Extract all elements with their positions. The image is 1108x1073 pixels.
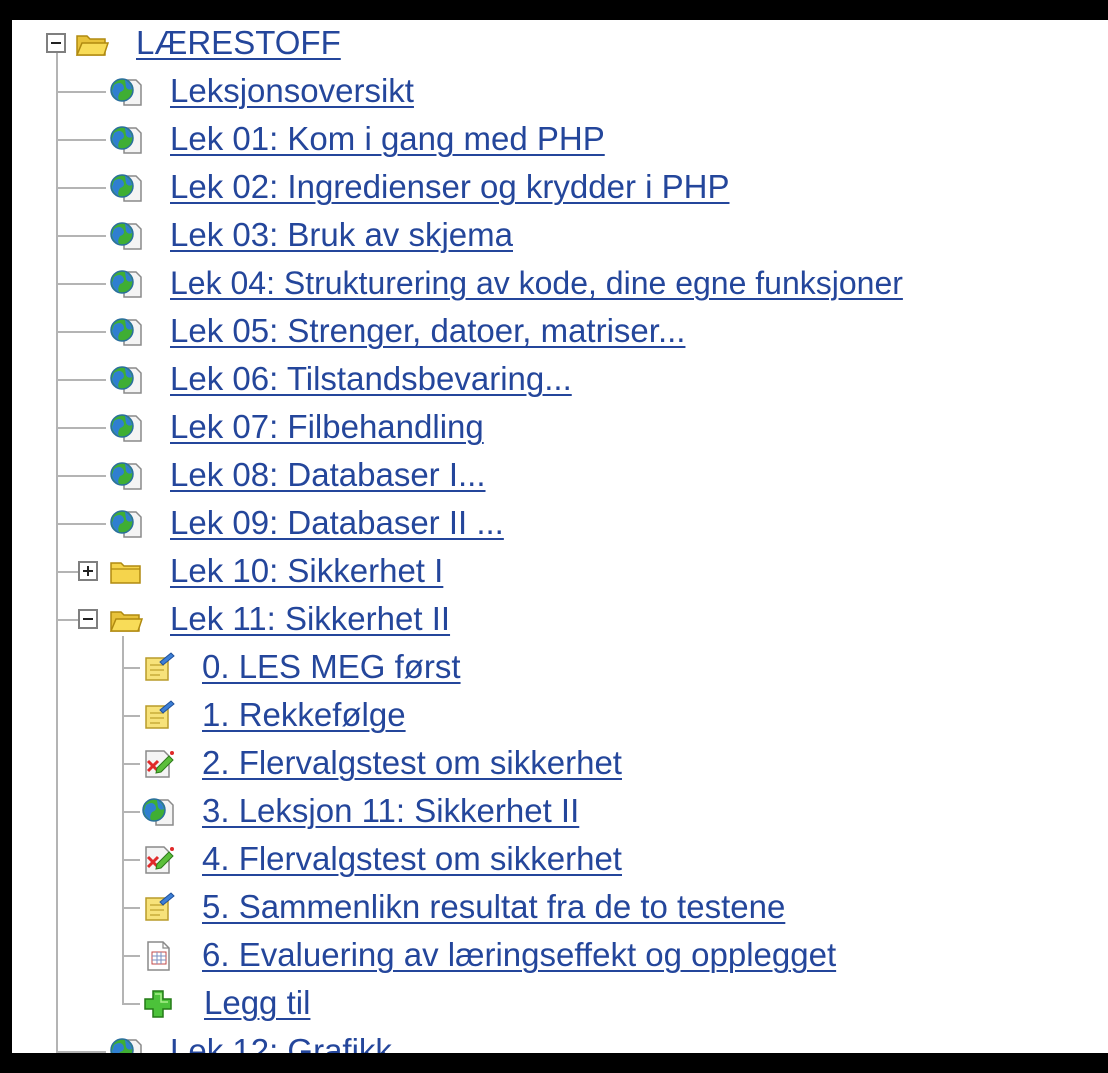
note-icon: [140, 698, 176, 734]
tree-item-link[interactable]: Lek 09: Databaser II ...: [170, 500, 504, 546]
web-page-icon: [108, 218, 144, 254]
folder-open-icon: [74, 26, 110, 62]
web-page-icon: [108, 122, 144, 158]
tree-item-link[interactable]: Lek 08: Databaser I...: [170, 452, 486, 498]
tree-branch: [56, 427, 106, 429]
tree-item-row[interactable]: Lek 04: Strukturering av kode, dine egne…: [12, 260, 1108, 308]
tree-branch: [56, 379, 106, 381]
tree-branch: [56, 619, 78, 621]
tree-subitem-row[interactable]: 0. LES MEG først: [12, 644, 1108, 692]
tree-branch: [122, 1003, 140, 1005]
tree-item-row[interactable]: Lek 09: Databaser II ...: [12, 500, 1108, 548]
tree-subitem-link[interactable]: 0. LES MEG først: [202, 644, 461, 690]
tree-item-link[interactable]: Lek 12: Grafikk: [170, 1028, 392, 1053]
tree-branch: [122, 955, 140, 957]
tree-branch: [56, 235, 106, 237]
add-icon: [140, 986, 176, 1022]
web-page-icon: [108, 314, 144, 350]
tree-root-row[interactable]: LÆRESTOFF: [12, 20, 1108, 68]
note-icon: [140, 890, 176, 926]
tree-subitem-row[interactable]: 4. Flervalgstest om sikkerhet: [12, 836, 1108, 884]
web-page-icon: [140, 794, 176, 830]
tree-subitem-link[interactable]: 3. Leksjon 11: Sikkerhet II: [202, 788, 579, 834]
tree-branch: [122, 907, 140, 909]
tree-folder-row[interactable]: Lek 10: Sikkerhet I: [12, 548, 1108, 596]
tree-subitem-row[interactable]: 5. Sammenlikn resultat fra de to testene: [12, 884, 1108, 932]
tree-item-link[interactable]: Lek 03: Bruk av skjema: [170, 212, 513, 258]
tree-item-row[interactable]: Lek 02: Ingredienser og krydder i PHP: [12, 164, 1108, 212]
web-page-icon: [108, 362, 144, 398]
tree-add-row[interactable]: Legg til: [12, 980, 1108, 1028]
tree-subitem-link[interactable]: 6. Evaluering av læringseffekt og oppleg…: [202, 932, 836, 978]
tree-root-link[interactable]: LÆRESTOFF: [136, 20, 341, 66]
tree-folder-row[interactable]: Lek 11: Sikkerhet II: [12, 596, 1108, 644]
folder-icon: [108, 554, 144, 590]
collapse-toggle[interactable]: [46, 33, 66, 53]
tree-branch: [56, 139, 106, 141]
tree-item-link[interactable]: Lek 02: Ingredienser og krydder i PHP: [170, 164, 729, 210]
folder-open-icon: [108, 602, 144, 638]
tree-item-row[interactable]: Lek 08: Databaser I...: [12, 452, 1108, 500]
tree-subitem-row[interactable]: 1. Rekkefølge: [12, 692, 1108, 740]
tree-branch: [56, 523, 106, 525]
tree-item-row[interactable]: Lek 01: Kom i gang med PHP: [12, 116, 1108, 164]
tree-branch: [56, 331, 106, 333]
collapse-toggle[interactable]: [78, 609, 98, 629]
screenshot-frame: LÆRESTOFF Leksjonsoversikt Lek 01: Kom i…: [0, 0, 1108, 1073]
tree-item-link[interactable]: Lek 01: Kom i gang med PHP: [170, 116, 605, 162]
course-content-tree: LÆRESTOFF Leksjonsoversikt Lek 01: Kom i…: [12, 20, 1108, 1053]
tree-subitem-row[interactable]: 2. Flervalgstest om sikkerhet: [12, 740, 1108, 788]
web-page-icon: [108, 266, 144, 302]
tree-branch: [122, 859, 140, 861]
tree-item-row[interactable]: Lek 12: Grafikk: [12, 1028, 1108, 1053]
tree-item-link[interactable]: Leksjonsoversikt: [170, 68, 414, 114]
quiz-icon: [140, 746, 176, 782]
web-page-icon: [108, 74, 144, 110]
tree-subitem-link[interactable]: 2. Flervalgstest om sikkerhet: [202, 740, 622, 786]
tree-branch: [56, 1051, 106, 1053]
tree-branch: [122, 715, 140, 717]
web-page-icon: [108, 410, 144, 446]
tree-item-link[interactable]: Lek 05: Strenger, datoer, matriser...: [170, 308, 685, 354]
tree-subitem-link[interactable]: 5. Sammenlikn resultat fra de to testene: [202, 884, 785, 930]
tree-item-row[interactable]: Lek 07: Filbehandling: [12, 404, 1108, 452]
tree-item-link[interactable]: Lek 11: Sikkerhet II: [170, 596, 450, 642]
web-page-icon: [108, 458, 144, 494]
tree-item-link[interactable]: Lek 04: Strukturering av kode, dine egne…: [170, 260, 903, 306]
tree-item-link[interactable]: Lek 07: Filbehandling: [170, 404, 484, 450]
tree-branch: [122, 667, 140, 669]
tree-subitem-link[interactable]: 1. Rekkefølge: [202, 692, 406, 738]
tree-item-row[interactable]: Lek 03: Bruk av skjema: [12, 212, 1108, 260]
web-page-icon: [108, 170, 144, 206]
note-icon: [140, 650, 176, 686]
tree-branch: [122, 763, 140, 765]
tree-item-row[interactable]: Lek 05: Strenger, datoer, matriser...: [12, 308, 1108, 356]
web-page-icon: [108, 1034, 144, 1053]
tree-subitem-row[interactable]: 6. Evaluering av læringseffekt og oppleg…: [12, 932, 1108, 980]
tree-branch: [56, 283, 106, 285]
tree-item-link[interactable]: Lek 06: Tilstandsbevaring...: [170, 356, 572, 402]
tree-branch: [122, 811, 140, 813]
tree-item-row[interactable]: Lek 06: Tilstandsbevaring...: [12, 356, 1108, 404]
document-icon: [140, 938, 176, 974]
tree-subitem-link[interactable]: 4. Flervalgstest om sikkerhet: [202, 836, 622, 882]
web-page-icon: [108, 506, 144, 542]
tree-item-link[interactable]: Lek 10: Sikkerhet I: [170, 548, 443, 594]
tree-branch: [56, 571, 78, 573]
tree-subitem-row[interactable]: 3. Leksjon 11: Sikkerhet II: [12, 788, 1108, 836]
expand-toggle[interactable]: [78, 561, 98, 581]
add-item-link[interactable]: Legg til: [204, 980, 310, 1026]
tree-item-row[interactable]: Leksjonsoversikt: [12, 68, 1108, 116]
tree-branch: [56, 91, 106, 93]
quiz-icon: [140, 842, 176, 878]
tree-branch: [56, 475, 106, 477]
tree-branch: [56, 187, 106, 189]
